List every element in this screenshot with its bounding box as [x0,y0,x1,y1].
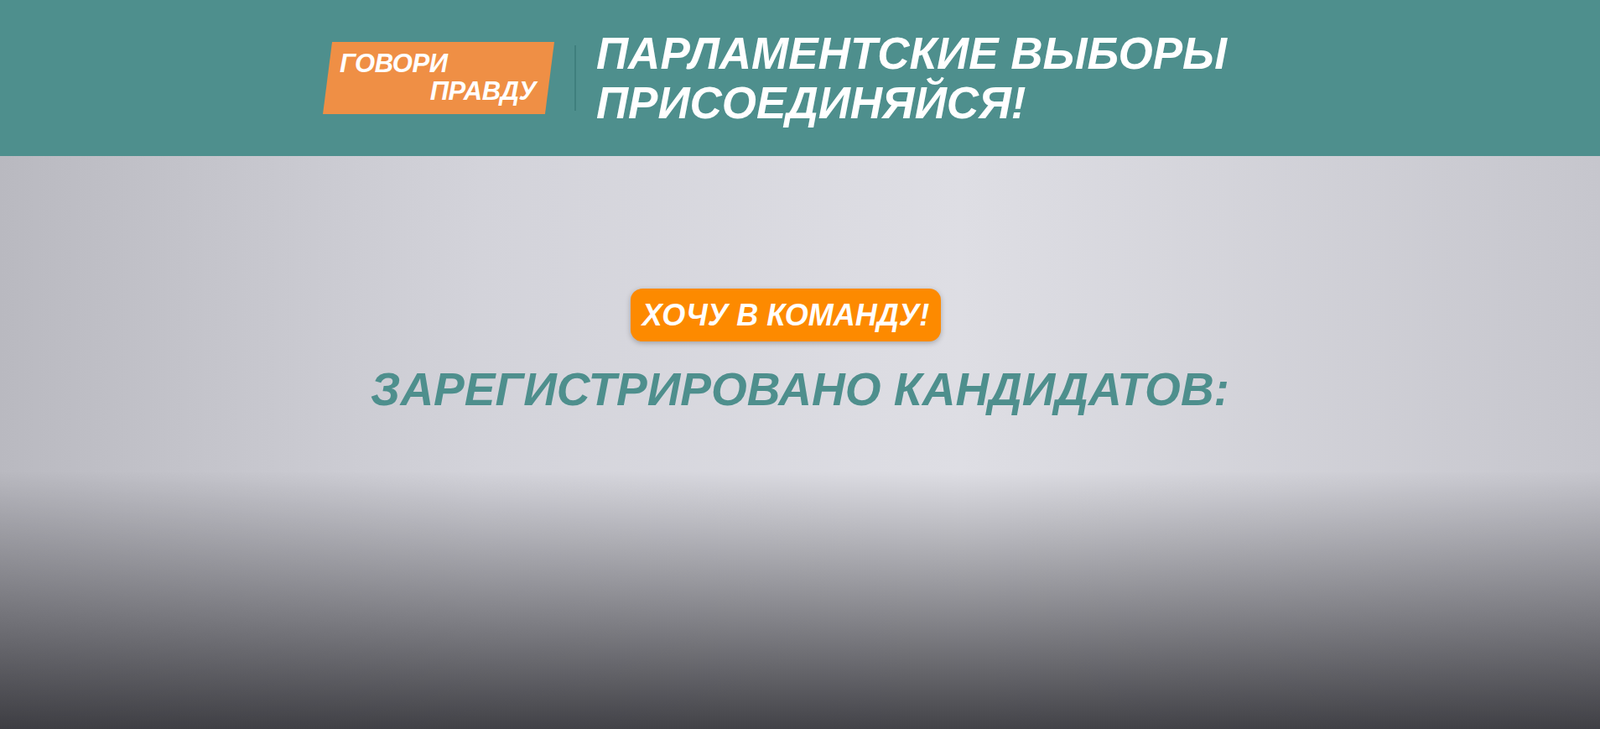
join-team-button[interactable]: ХОЧУ В КОМАНДУ! [630,288,941,342]
candidates-counter-label: ЗАРЕГИСТРИРОВАНО КАНДИДАТОВ: [370,361,1230,417]
page-title: ПАРЛАМЕНТСКИЕ ВЫБОРЫПРИСОЕДИНЯЙСЯ! [596,28,1227,129]
logo-text: ГОВОРИ [339,50,536,78]
logo[interactable]: ГОВОРИПРАВДУ [322,41,555,115]
site-header: ГОВОРИПРАВДУ ПАРЛАМЕНТСКИЕ ВЫБОРЫПРИСОЕДИ… [0,0,1600,156]
hero-photo: ХОЧУ В КОМАНДУ! ЗАРЕГИСТРИРОВАНО КАНДИДАТ… [0,155,1600,729]
logo-text: ПРАВДУ [339,77,536,106]
title-line: ПАРЛАМЕНТСКИЕ ВЫБОРЫ [596,28,1227,78]
header-divider [574,45,577,112]
header-content: ГОВОРИПРАВДУ ПАРЛАМЕНТСКИЕ ВЫБОРЫПРИСОЕДИ… [322,28,1227,129]
title-line: ПРИСОЕДИНЯЙСЯ! [596,77,1227,128]
